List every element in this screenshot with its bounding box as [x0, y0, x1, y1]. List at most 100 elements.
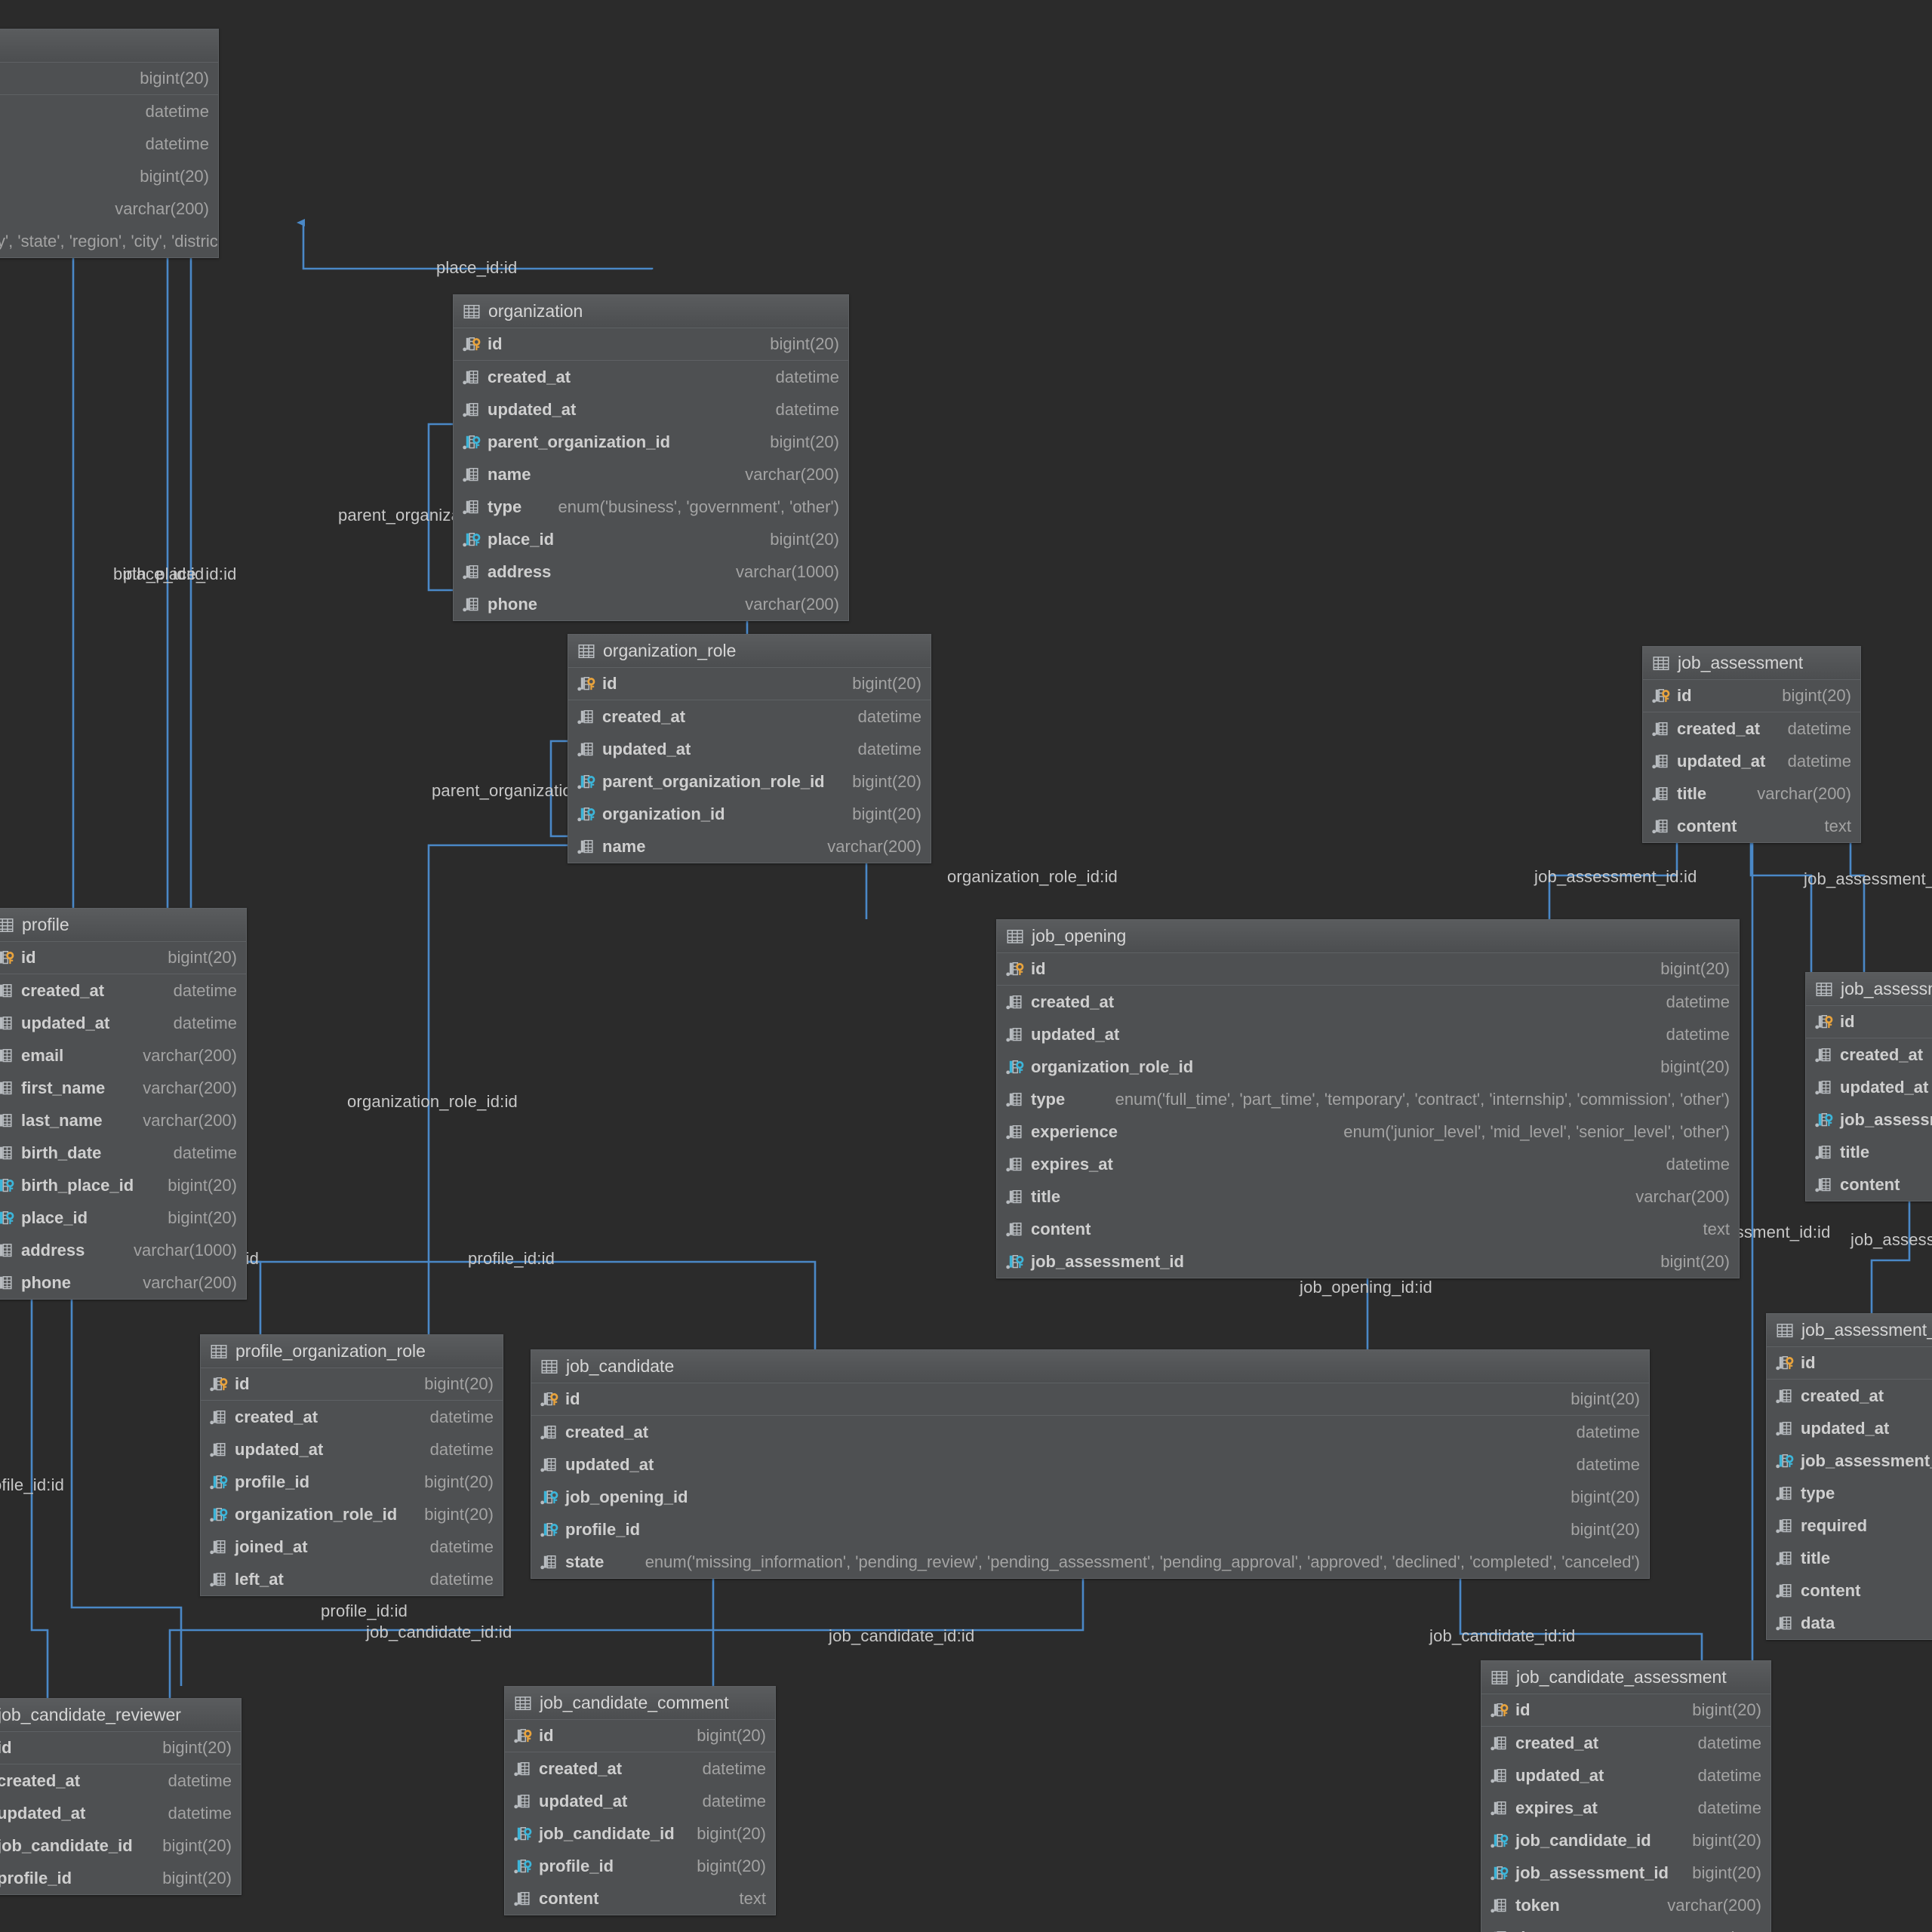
column-row[interactable]: idbigint(20): [1806, 1006, 1932, 1038]
column-row[interactable]: namevarchar(200): [454, 458, 848, 491]
column-row[interactable]: expires_at datetime: [1481, 1792, 1770, 1824]
column-row[interactable]: required: [1767, 1509, 1932, 1542]
column-row[interactable]: updated_atdatetime: [1767, 1412, 1932, 1444]
column-row[interactable]: created_atdatetime: [1643, 712, 1860, 745]
column-row[interactable]: created_atdatetime: [1767, 1380, 1932, 1412]
table-header-job_opening[interactable]: job_opening: [997, 920, 1739, 953]
column-row[interactable]: created_atdatetime: [531, 1416, 1649, 1448]
column-row[interactable]: typeenum: [1767, 1477, 1932, 1509]
column-row[interactable]: idbigint(20): [1481, 1694, 1770, 1727]
column-row[interactable]: updated_atdatetime: [1643, 745, 1860, 777]
table-header-organization[interactable]: organization: [454, 295, 848, 328]
column-row[interactable]: profile_id bigint(20): [201, 1466, 503, 1498]
column-row[interactable]: parent_organization_role_id bigint(20): [568, 765, 931, 798]
table-node-organization_role[interactable]: organization_role id bigint(20) created_at d…: [568, 634, 931, 863]
column-row[interactable]: idbigint(20): [454, 328, 848, 361]
table-node-job_candidate[interactable]: job_candidate id bigint(20) created_at datet…: [531, 1349, 1650, 1579]
table-header-job_candidate_assessment[interactable]: job_candidate_assessment: [1481, 1661, 1770, 1694]
column-row[interactable]: experience enum('junior_level', 'mid_leve…: [997, 1115, 1739, 1148]
column-row[interactable]: organization_role_id bigint(20): [201, 1498, 503, 1531]
column-row[interactable]: updated_atdatetime: [1806, 1071, 1932, 1103]
table-node-job_assessment_section[interactable]: job_assessment_sectionidbigint(20)create…: [1805, 972, 1932, 1201]
column-row[interactable]: idbigint(20): [1643, 680, 1860, 712]
column-row[interactable]: state enum('missing_information', 'pendin…: [531, 1546, 1649, 1578]
table-header-job_assessment[interactable]: job_assessment: [1643, 647, 1860, 680]
column-row[interactable]: job_candidate_id bigint(20): [1481, 1824, 1770, 1857]
column-row[interactable]: updated_atdatetime: [0, 1797, 241, 1829]
column-row[interactable]: idbigint(20): [568, 668, 931, 700]
column-row[interactable]: job_assessment_idbigint(20): [997, 1245, 1739, 1278]
column-row[interactable]: profile_id bigint(20): [0, 1862, 241, 1894]
table-node-organization[interactable]: organization id bigint(20) created_at dateti…: [453, 294, 849, 621]
column-row[interactable]: birth_place_id bigint(20): [0, 1169, 246, 1201]
column-row[interactable]: job_assessment_section_idbigint(20): [1767, 1444, 1932, 1477]
table-header-job_assessment_question[interactable]: job_assessment_question: [1767, 1314, 1932, 1347]
column-row[interactable]: parent_organization_id bigint(20): [454, 426, 848, 458]
column-row[interactable]: contenttext: [505, 1882, 775, 1915]
table-node-job_opening[interactable]: job_opening id bigint(20) created_at datetim…: [996, 919, 1740, 1278]
table-header-organization_role[interactable]: organization_role: [568, 635, 931, 668]
table-node-job_assessment_question[interactable]: job_assessment_questionidbigint(20)creat…: [1766, 1313, 1932, 1640]
column-row[interactable]: idbigint(20): [1767, 1347, 1932, 1380]
column-row[interactable]: idbigint(20): [0, 63, 218, 95]
column-row[interactable]: created_atdatetime: [0, 95, 218, 128]
column-row[interactable]: created_atdatetime: [0, 974, 246, 1007]
column-row[interactable]: contenttext: [1806, 1168, 1932, 1201]
column-row[interactable]: joined_at datetime: [201, 1531, 503, 1563]
column-row[interactable]: type enum('full_time', 'part_time', 'temp…: [997, 1083, 1739, 1115]
column-row[interactable]: place_id bigint(20): [454, 523, 848, 555]
table-header-profile_organization_role[interactable]: profile_organization_role: [201, 1335, 503, 1368]
column-row[interactable]: created_atdatetime: [201, 1401, 503, 1433]
table-node-profile_organization_role[interactable]: profile_organization_role id bigint(20) cre…: [200, 1334, 503, 1596]
column-row[interactable]: namevarchar(200): [0, 192, 218, 225]
table-node-place[interactable]: placeidbigint(20)created_atdatetimeupdat…: [0, 29, 219, 258]
column-row[interactable]: updated_atdatetime: [454, 393, 848, 426]
column-row[interactable]: last_name varchar(200): [0, 1104, 246, 1137]
column-row[interactable]: idbigint(20): [531, 1383, 1649, 1416]
column-row[interactable]: parent_place_idbigint(20): [0, 160, 218, 192]
column-row[interactable]: left_at datetime: [201, 1563, 503, 1595]
column-row[interactable]: created_atdatetime: [1481, 1727, 1770, 1759]
column-row[interactable]: namevarchar(200): [568, 830, 931, 863]
column-row[interactable]: updated_atdatetime: [1481, 1759, 1770, 1792]
column-row[interactable]: updated_atdatetime: [0, 128, 218, 160]
column-row[interactable]: first_name varchar(200): [0, 1072, 246, 1104]
erd-canvas[interactable]: place_id:id parent_organization_id:id birt…: [0, 0, 1932, 1932]
column-row[interactable]: email varchar(200): [0, 1039, 246, 1072]
column-row[interactable]: created_atdatetime: [0, 1764, 241, 1797]
column-row[interactable]: updated_atdatetime: [997, 1018, 1739, 1051]
column-row[interactable]: profile_id bigint(20): [505, 1850, 775, 1882]
table-header-job_candidate_comment[interactable]: job_candidate_comment: [505, 1687, 775, 1720]
column-row[interactable]: updated_atdatetime: [568, 733, 931, 765]
column-row[interactable]: idbigint(20): [997, 953, 1739, 986]
column-row[interactable]: address varchar(1000): [454, 555, 848, 588]
column-row[interactable]: type enum('business', 'government', 'othe…: [454, 491, 848, 523]
column-row[interactable]: title varchar(200): [1643, 777, 1860, 810]
column-row[interactable]: created_atdatetime: [454, 361, 848, 393]
table-node-job_assessment[interactable]: job_assessment id bigint(20) created_at date…: [1642, 646, 1861, 843]
table-header-profile[interactable]: profile: [0, 909, 246, 942]
column-row[interactable]: birth_date datetime: [0, 1137, 246, 1169]
table-header-job_candidate[interactable]: job_candidate: [531, 1350, 1649, 1383]
table-node-job_candidate_reviewer[interactable]: job_candidate_reviewerid bigint(20) create…: [0, 1698, 242, 1895]
column-row[interactable]: data: [1767, 1607, 1932, 1639]
column-row[interactable]: job_opening_id bigint(20): [531, 1481, 1649, 1513]
column-row[interactable]: job_assessment_idbigint(20): [1806, 1103, 1932, 1136]
column-row[interactable]: token varchar(200): [1481, 1889, 1770, 1921]
column-row[interactable]: idbigint(20): [201, 1368, 503, 1401]
column-row[interactable]: place_id bigint(20): [0, 1201, 246, 1234]
column-row[interactable]: organization_id bigint(20): [568, 798, 931, 830]
table-header-job_assessment_section[interactable]: job_assessment_section: [1806, 973, 1932, 1006]
column-row[interactable]: contenttext: [1643, 810, 1860, 842]
column-row[interactable]: typeenum('country', 'state', 'region', '…: [0, 225, 218, 257]
column-row[interactable]: address varchar(1000): [0, 1234, 246, 1266]
column-row[interactable]: updated_atdatetime: [531, 1448, 1649, 1481]
column-row[interactable]: created_atdatetime: [505, 1752, 775, 1785]
column-row[interactable]: job_candidate_id bigint(20): [505, 1817, 775, 1850]
column-row[interactable]: title: [1767, 1542, 1932, 1574]
column-row[interactable]: phone varchar(200): [0, 1266, 246, 1299]
column-row[interactable]: idbigint(20): [505, 1720, 775, 1752]
table-node-job_candidate_assessment[interactable]: job_candidate_assessment id bigint(20) crea…: [1481, 1660, 1771, 1932]
column-row[interactable]: title varchar(200): [997, 1180, 1739, 1213]
column-row[interactable]: created_atdatetime: [1806, 1038, 1932, 1071]
